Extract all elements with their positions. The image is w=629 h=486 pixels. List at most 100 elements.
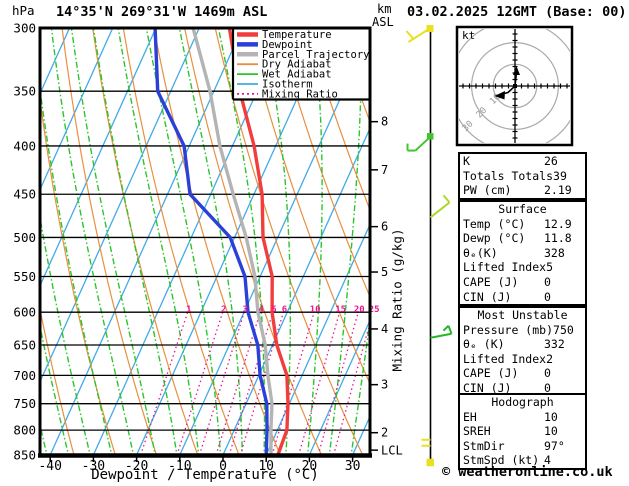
- row-value: 10: [544, 424, 558, 439]
- table-row: Dewp (°C) 11.8: [460, 231, 585, 246]
- table-row: θₑ (K) 332: [460, 337, 585, 352]
- table-row: Lifted Index 5: [460, 260, 585, 275]
- pressure-tick-label: 550: [13, 269, 36, 284]
- row-value: 328: [544, 245, 565, 260]
- table-row: Lifted Index 2: [460, 352, 585, 367]
- km-tick-label: 6: [381, 220, 388, 234]
- skewt-sounding-page: hPa 14°35'N 269°31'W 1469m ASL 03.02.202…: [0, 0, 629, 486]
- row-value: 39: [553, 168, 567, 183]
- wind-barb-column: [405, 25, 453, 467]
- mixing-ratio-labels: 1 2 3 4 5 6 10 15 20 25: [186, 305, 379, 315]
- table-row: SREH 10: [460, 424, 585, 439]
- km-tick-label: 3: [381, 378, 388, 392]
- wet-adiabat-line: [0, 21, 5, 460]
- lcl-label: LCL: [381, 444, 403, 458]
- mixing-ratio-line: [271, 312, 315, 455]
- table-title: Most Unstable: [477, 308, 568, 322]
- row-label: K: [463, 154, 470, 168]
- row-label: θₑ (K): [463, 337, 505, 352]
- table-stability-indices: K 26 Totals Totals 39 PW (cm) 2.19: [458, 152, 587, 200]
- mixing-ratio-label: 2: [221, 305, 226, 315]
- mixing-ratio-label: 4: [259, 305, 265, 315]
- row-label: PW (cm): [463, 183, 512, 198]
- wind-barb: [405, 30, 415, 40]
- row-label: SREH: [463, 424, 491, 439]
- table-title: Hodograph: [491, 395, 554, 409]
- wind-barb: [430, 332, 452, 339]
- table-row: CAPE (J) 0: [460, 366, 585, 381]
- row-value: 332: [544, 337, 565, 352]
- mixing-ratio-line: [176, 312, 224, 455]
- dry-adiabat-line: [613, 28, 629, 460]
- pressure-tick-label: 400: [13, 138, 36, 153]
- pressure-tick-label: 500: [13, 230, 36, 245]
- pressure-tick-label: 700: [13, 368, 36, 383]
- row-label: Pressure (mb): [463, 322, 554, 337]
- mixing-ratio-label: 15: [335, 305, 346, 315]
- km-tick-label: 5: [381, 265, 388, 279]
- dry-adiabat-line: [583, 28, 629, 460]
- row-label: θₑ(K): [463, 245, 498, 260]
- wind-barb-node: [426, 25, 434, 32]
- legend-label: Mixing Ratio: [262, 88, 338, 100]
- pressure-tick-label: 450: [13, 187, 36, 202]
- legend: TemperatureDewpointParcel TrajectoryDry …: [231, 28, 370, 101]
- dry-adiabat-line: [122, 28, 240, 455]
- wind-barb: [447, 325, 453, 335]
- table-row: StmDir 97°: [460, 439, 585, 454]
- row-value: 0: [544, 274, 551, 289]
- row-value: 0: [544, 289, 551, 304]
- row-value: 11.8: [544, 231, 572, 246]
- pressure-tick-label: 300: [13, 21, 36, 36]
- row-label: CIN (J): [463, 289, 512, 304]
- table-row: EH 10: [460, 410, 585, 425]
- row-value: 26: [544, 154, 558, 168]
- table-row: Pressure (mb) 750: [460, 323, 585, 338]
- row-label: EH: [463, 409, 477, 424]
- km-tick-label: 8: [381, 115, 388, 129]
- row-label: Lifted Index: [463, 260, 547, 275]
- mixing-ratio-label: 10: [310, 305, 321, 315]
- dry-adiabat-line: [92, 28, 199, 455]
- table-hodograph-indices: Hodograph EH 10 SREH 10 StmDir 97° StmSpd (kt) 4: [458, 393, 587, 470]
- pressure-tick-label: 800: [13, 423, 36, 438]
- wet-adiabat-line: [92, 28, 178, 455]
- pressure-tick-label: 600: [13, 305, 36, 320]
- row-value: 10: [544, 409, 558, 424]
- wet-adiabat-line: [70, 28, 156, 455]
- pressure-tick-label: 750: [13, 396, 36, 411]
- mixing-ratio-label: 20: [354, 305, 365, 315]
- row-value: 2.19: [544, 183, 572, 198]
- row-label: Dewp (°C): [463, 231, 526, 246]
- row-label: Totals Totals: [463, 168, 554, 183]
- row-label: Lifted Index: [463, 351, 547, 366]
- table-title: Surface: [498, 202, 547, 216]
- table-row: PW (cm) 2.19: [460, 183, 585, 198]
- km-tick-label: 2: [381, 426, 388, 440]
- row-value: 750: [553, 322, 574, 337]
- row-label: CAPE (J): [463, 366, 519, 381]
- table-row: θₑ(K) 328: [460, 246, 585, 261]
- table-surface: Surface Temp (°C) 12.9 Dewp (°C) 11.8 θₑ(K) 32…: [458, 200, 587, 307]
- pressure-tick-label: 850: [13, 448, 36, 463]
- table-row: CAPE (J) 0: [460, 275, 585, 290]
- km-tick-label: 4: [381, 322, 388, 336]
- pressure-axis-labels: 300 350 400 450 500 550 600 650 700 750 800 850: [13, 21, 36, 463]
- copyright: © weatheronline.co.uk: [442, 464, 613, 480]
- mixing-ratio-label: 1: [186, 305, 191, 315]
- km-tick-label: 7: [381, 163, 388, 177]
- row-label: StmDir: [463, 438, 505, 453]
- table-row: Temp (°C) 12.9: [460, 217, 585, 232]
- wind-barb: [429, 201, 451, 219]
- row-value: 12.9: [544, 216, 572, 231]
- wind-barb: [442, 194, 451, 204]
- table-row: CIN (J) 0: [460, 290, 585, 305]
- temperature-axis-label: Dewpoint / Temperature (°C): [91, 467, 319, 483]
- pressure-tick-label: 350: [13, 84, 36, 99]
- row-label: CAPE (J): [463, 274, 519, 289]
- row-value: 5: [546, 260, 554, 275]
- mixing-ratio-axis-label: Mixing Ratio (g/kg): [389, 228, 405, 372]
- row-value: 2: [546, 351, 554, 366]
- wind-barb: [442, 325, 450, 332]
- temp-tick-label: -40: [38, 459, 61, 474]
